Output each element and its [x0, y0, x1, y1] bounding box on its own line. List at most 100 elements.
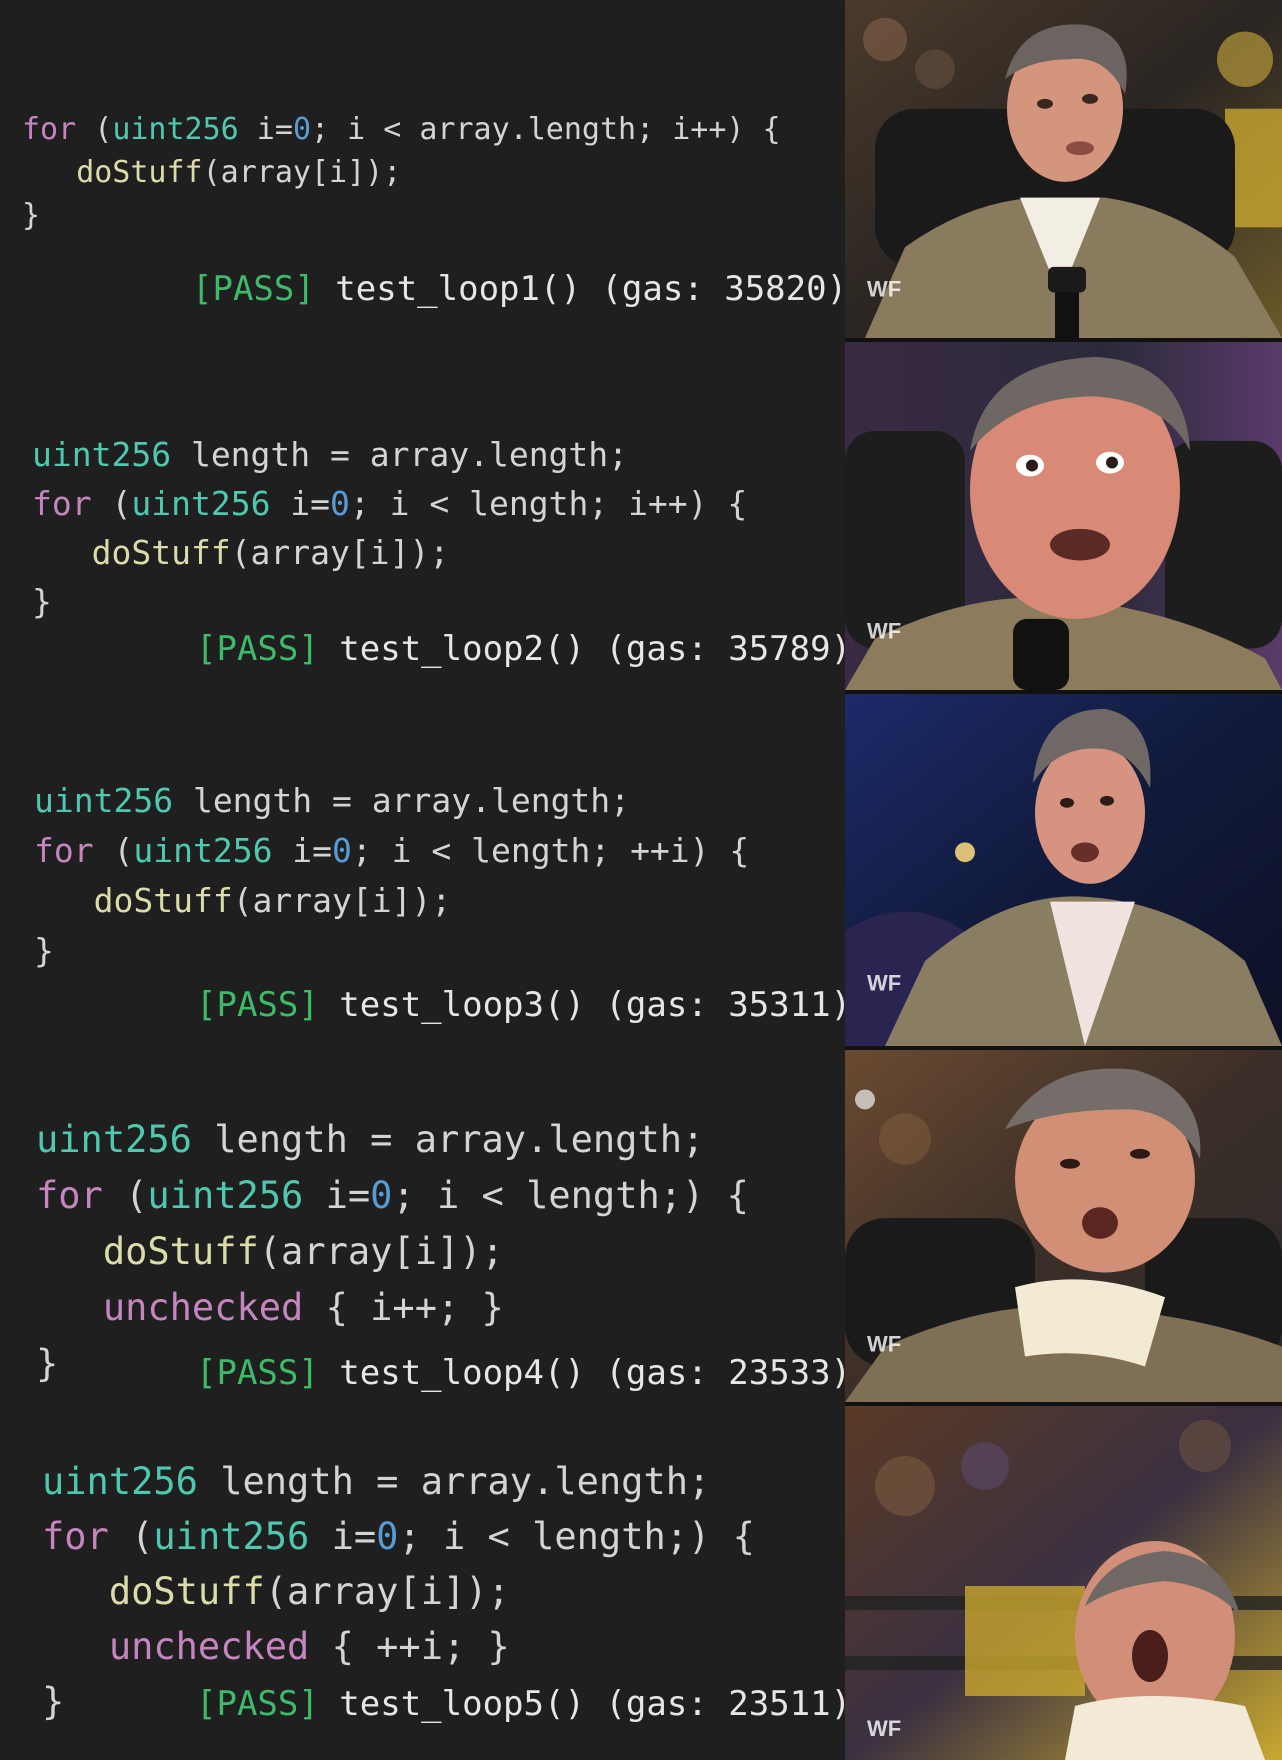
- code-token: uint256: [32, 435, 172, 474]
- code-panel-5: uint256 length = array.length; for (uint2…: [0, 1406, 851, 1760]
- code-line: uint256 length = array.length;: [34, 776, 749, 826]
- code-token: (: [102, 1174, 148, 1217]
- code-token: ; i < length;) {: [392, 1174, 749, 1217]
- code-line: for (uint256 i=0; i < length; ++i) {: [34, 826, 749, 876]
- code-token: i=: [238, 112, 293, 147]
- code-token: (array[i]);: [258, 1230, 504, 1273]
- code-line: unchecked { i++; }: [36, 1280, 749, 1336]
- code-snippet: uint256 length = array.length; for ( uint2…: [32, 430, 747, 626]
- code-line: unchecked { ++i; }: [42, 1619, 755, 1674]
- pass-label: [PASS]: [196, 1684, 319, 1724]
- code-token: }: [22, 198, 41, 233]
- code-token: doStuff: [91, 533, 231, 572]
- test-result-line: [PASS] test_loop4() (gas: 23533): [196, 1356, 851, 1390]
- code-token: uint256: [42, 1460, 198, 1503]
- code-token: doStuff: [93, 881, 233, 920]
- code-token: i=: [270, 484, 331, 523]
- code-token: length = array.length;: [191, 1118, 705, 1161]
- code-token: for: [34, 831, 94, 870]
- code-token: uint256: [133, 831, 273, 870]
- code-token: (array[i]);: [232, 881, 452, 920]
- code-token: i=: [309, 1515, 377, 1558]
- amazed-man-photo: WF: [845, 694, 1282, 1050]
- code-snippet: uint256 length = array.length; for (uint2…: [36, 1112, 749, 1392]
- code-token: doStuff: [102, 1230, 259, 1273]
- code-token: doStuff: [76, 155, 203, 190]
- code-token: uint256: [153, 1515, 310, 1558]
- test-result-line: [PASS] test_loop3() (gas: 35311): [196, 988, 851, 1022]
- code-panel-2: uint256 length = array.length; for ( uint2…: [0, 342, 851, 694]
- code-token: }: [32, 582, 52, 621]
- watermark-logo: WF: [867, 971, 901, 996]
- code-line: for (uint256 i=0; i < array.length; i++)…: [22, 108, 781, 151]
- pass-label: [PASS]: [196, 629, 319, 669]
- code-line: for (uint256 i=0; i < length;) {: [36, 1168, 749, 1224]
- code-token: i=: [272, 831, 333, 870]
- code-token: i=: [303, 1174, 371, 1217]
- code-token: uint256: [112, 112, 239, 147]
- code-token: { ++i; }: [309, 1625, 510, 1668]
- code-token: 0: [332, 831, 352, 870]
- code-token: 0: [376, 1515, 399, 1558]
- code-token: unchecked: [108, 1625, 310, 1668]
- code-panel-4: uint256 length = array.length; for (uint2…: [0, 1050, 851, 1406]
- watermark-logo: WF: [867, 277, 901, 302]
- code-line: doStuff(array[i]);: [42, 1564, 755, 1619]
- code-line: for (uint256 i=0; i < length;) {: [42, 1509, 755, 1564]
- test-name-gas: test_loop3() (gas: 35311): [318, 985, 852, 1025]
- code-token: (: [91, 484, 132, 523]
- shocked-man-photo: WF: [845, 342, 1282, 694]
- code-token: { i++; }: [303, 1286, 504, 1329]
- code-token: }: [42, 1680, 65, 1723]
- code-token: (: [76, 112, 113, 147]
- pass-label: [PASS]: [196, 985, 319, 1025]
- code-token: doStuff: [108, 1570, 265, 1613]
- ecstatic-man-photo: WF: [845, 1050, 1282, 1406]
- code-token: 0: [370, 1174, 393, 1217]
- code-token: uint256: [147, 1174, 304, 1217]
- test-name-gas: test_loop2() (gas: 35789): [318, 629, 852, 669]
- code-line: }: [34, 926, 749, 976]
- code-token: for: [36, 1174, 103, 1217]
- code-token: uint256: [34, 781, 174, 820]
- code-token: ; i < length; i++) {: [349, 484, 748, 523]
- test-name-gas: test_loop5() (gas: 23511): [318, 1684, 852, 1724]
- code-token: ; i < array.length; i++) {: [311, 112, 781, 147]
- code-token: length = array.length;: [171, 435, 629, 474]
- code-line: uint256 length = array.length;: [42, 1454, 755, 1509]
- code-token: (array[i]);: [264, 1570, 510, 1613]
- test-result-line: [PASS] test_loop1() (gas: 35820): [192, 272, 847, 306]
- watermark-logo: WF: [867, 1332, 901, 1357]
- code-token: (array[i]);: [202, 155, 402, 190]
- code-token: ; i < length;) {: [398, 1515, 755, 1558]
- code-token: uint256: [36, 1118, 192, 1161]
- code-line: doStuff(array[i]);: [22, 151, 781, 194]
- code-token: for: [32, 484, 92, 523]
- code-token: 0: [292, 112, 311, 147]
- code-token: length = array.length;: [197, 1460, 711, 1503]
- code-line: doStuff(array[i]);: [36, 1224, 749, 1280]
- code-snippet: uint256 length = array.length; for (uint2…: [34, 776, 749, 976]
- code-token: ; i < length; ++i) {: [351, 831, 750, 870]
- code-token: }: [34, 931, 54, 970]
- code-token: (array[i]);: [230, 533, 450, 572]
- watermark-logo: WF: [867, 1716, 901, 1741]
- code-line: doStuff(array[i]);: [32, 528, 747, 577]
- code-line: }: [22, 194, 781, 237]
- code-line: uint256 length = array.length;: [36, 1112, 749, 1168]
- code-line: doStuff(array[i]);: [34, 876, 749, 926]
- code-column: for (uint256 i=0; i < array.length; i++)…: [0, 0, 851, 1760]
- code-token: length = array.length;: [173, 781, 631, 820]
- code-token: for: [22, 112, 77, 147]
- pass-label: [PASS]: [196, 1353, 319, 1393]
- code-token: unchecked: [102, 1286, 304, 1329]
- code-line: uint256 length = array.length;: [32, 430, 747, 479]
- pass-label: [PASS]: [192, 269, 315, 309]
- surprised-man-photo: WF: [845, 0, 1282, 342]
